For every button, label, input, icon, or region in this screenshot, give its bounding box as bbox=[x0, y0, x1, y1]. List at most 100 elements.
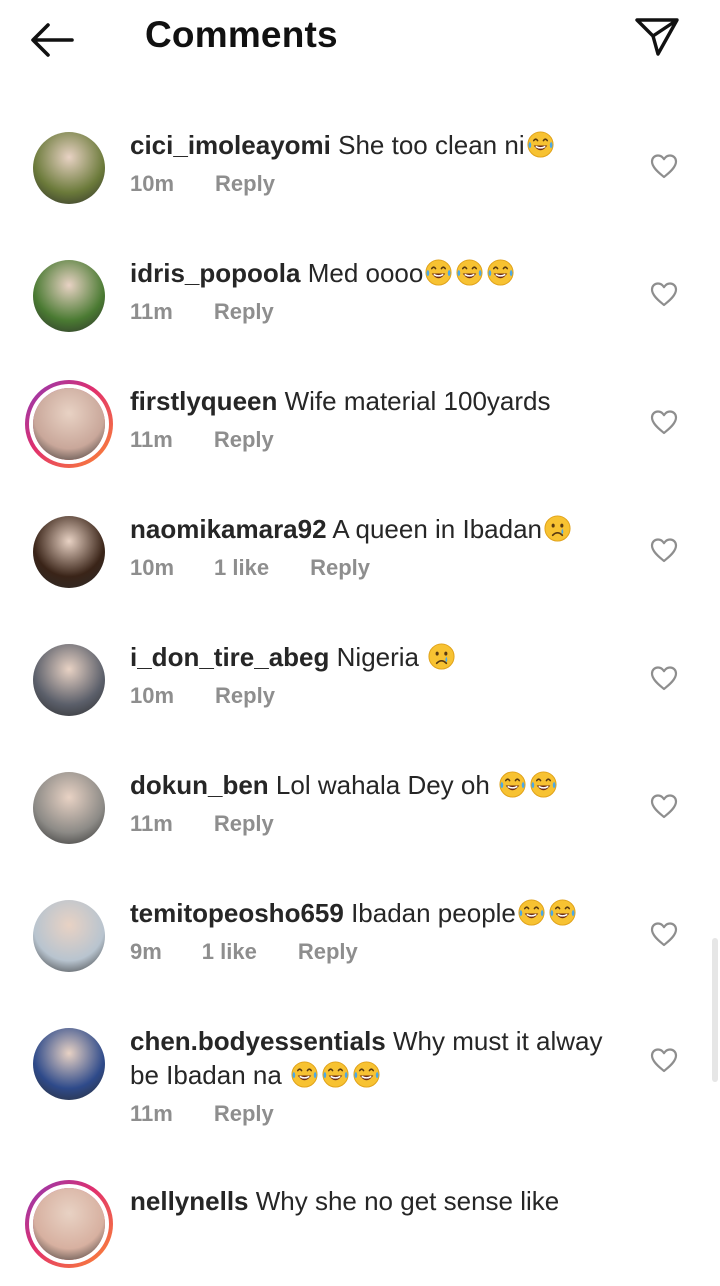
comment-row: temitopeosho659 Ibadan people 9m 1 like Rep… bbox=[0, 868, 720, 998]
reply-button[interactable]: Reply bbox=[310, 555, 370, 581]
comment-body: temitopeosho659 Ibadan people 9m 1 like Rep… bbox=[130, 896, 630, 965]
comment-timestamp: 11m bbox=[130, 427, 173, 452]
comment-username[interactable]: idris_popoola bbox=[130, 258, 300, 288]
heart-icon bbox=[650, 154, 678, 179]
comment-username[interactable]: i_don_tire_abeg bbox=[130, 642, 329, 672]
comment-timestamp: 10m bbox=[130, 171, 175, 196]
comment-timestamp: 10m bbox=[130, 683, 175, 708]
heart-icon bbox=[650, 922, 678, 947]
arrow-left-icon bbox=[31, 23, 74, 57]
avatar[interactable] bbox=[33, 260, 105, 332]
back-button[interactable] bbox=[28, 18, 84, 62]
laughing-crying-emoji-icon bbox=[456, 259, 483, 286]
crying-face-emoji-icon bbox=[544, 515, 571, 542]
avatar[interactable] bbox=[33, 132, 105, 204]
comment-meta: 10m Reply bbox=[130, 171, 630, 197]
comment-username[interactable]: chen.bodyessentials bbox=[130, 1026, 386, 1056]
comment-row: nellynells Why she no get sense like bbox=[0, 1156, 720, 1286]
reply-button[interactable]: Reply bbox=[214, 811, 274, 837]
laughing-crying-emoji-icon bbox=[291, 1061, 318, 1088]
reply-button[interactable]: Reply bbox=[214, 427, 274, 453]
comment-content: chen.bodyessentials Why must it alway be… bbox=[130, 1024, 630, 1092]
comment-like-count[interactable]: 1 like bbox=[202, 939, 257, 965]
comment-text: Why she no get sense like bbox=[255, 1186, 560, 1216]
comment-username[interactable]: naomikamara92 bbox=[130, 514, 327, 544]
top-bar: Comments bbox=[0, 0, 720, 80]
comment-body: idris_popoola Med oooo 11m Reply bbox=[130, 256, 630, 325]
laughing-crying-emoji-icon bbox=[499, 771, 526, 798]
comment-body: naomikamara92 A queen in Ibadan 10m 1 like… bbox=[130, 512, 630, 581]
heart-icon bbox=[650, 666, 678, 691]
comment-row: firstlyqueen Wife material 100yards 11m Re… bbox=[0, 356, 720, 486]
laughing-crying-emoji-icon bbox=[322, 1061, 349, 1088]
comment-text: Ibadan people bbox=[351, 898, 516, 928]
comment-body: firstlyqueen Wife material 100yards 11m Re… bbox=[130, 384, 630, 453]
comment-content: naomikamara92 A queen in Ibadan bbox=[130, 512, 630, 546]
comment-row: cici_imoleayomi She too clean ni 10m Reply bbox=[0, 100, 720, 230]
scrollbar[interactable] bbox=[712, 938, 718, 1082]
reply-button[interactable]: Reply bbox=[214, 299, 274, 325]
comment-timestamp: 10m bbox=[130, 555, 175, 580]
comment-username[interactable]: nellynells bbox=[130, 1186, 249, 1216]
comment-content: nellynells Why she no get sense like bbox=[130, 1184, 630, 1218]
heart-icon bbox=[650, 282, 678, 307]
comment-content: cici_imoleayomi She too clean ni bbox=[130, 128, 630, 162]
laughing-crying-emoji-icon bbox=[530, 771, 557, 798]
comment-meta: 11m Reply bbox=[130, 811, 630, 837]
comment-text: Wife material 100yards bbox=[284, 386, 551, 416]
like-button[interactable] bbox=[649, 408, 679, 438]
comment-username[interactable]: firstlyqueen bbox=[130, 386, 277, 416]
crying-face-emoji-icon bbox=[428, 643, 455, 670]
paper-plane-icon bbox=[635, 18, 679, 56]
reply-button[interactable]: Reply bbox=[298, 939, 358, 965]
comment-username[interactable]: temitopeosho659 bbox=[130, 898, 344, 928]
comment-row: idris_popoola Med oooo 11m Reply bbox=[0, 228, 720, 358]
comment-row: dokun_ben Lol wahala Dey oh 11m Reply bbox=[0, 740, 720, 870]
avatar[interactable] bbox=[33, 644, 105, 716]
comment-content: temitopeosho659 Ibadan people bbox=[130, 896, 630, 930]
laughing-crying-emoji-icon bbox=[487, 259, 514, 286]
avatar[interactable] bbox=[33, 516, 105, 588]
share-button[interactable] bbox=[630, 12, 684, 62]
comment-text: Med oooo bbox=[307, 258, 424, 288]
comment-row: i_don_tire_abeg Nigeria 10m Reply bbox=[0, 612, 720, 742]
comment-text: A queen in Ibadan bbox=[332, 514, 542, 544]
comment-like-count[interactable]: 1 like bbox=[214, 555, 269, 581]
heart-icon bbox=[650, 538, 678, 563]
avatar[interactable] bbox=[33, 900, 105, 972]
like-button[interactable] bbox=[649, 280, 679, 310]
like-button[interactable] bbox=[649, 664, 679, 694]
comment-body: cici_imoleayomi She too clean ni 10m Reply bbox=[130, 128, 630, 197]
comment-content: dokun_ben Lol wahala Dey oh bbox=[130, 768, 630, 802]
avatar[interactable] bbox=[33, 772, 105, 844]
avatar[interactable] bbox=[33, 1028, 105, 1100]
like-button[interactable] bbox=[649, 920, 679, 950]
comment-meta: 11m Reply bbox=[130, 427, 630, 453]
comment-username[interactable]: cici_imoleayomi bbox=[130, 130, 331, 160]
comment-meta: 10m 1 like Reply bbox=[130, 555, 630, 581]
avatar[interactable] bbox=[33, 1188, 105, 1260]
comment-row: naomikamara92 A queen in Ibadan 10m 1 like… bbox=[0, 484, 720, 614]
reply-button[interactable]: Reply bbox=[215, 171, 275, 197]
like-button[interactable] bbox=[649, 536, 679, 566]
comment-content: i_don_tire_abeg Nigeria bbox=[130, 640, 630, 674]
like-button[interactable] bbox=[649, 792, 679, 822]
heart-icon bbox=[650, 794, 678, 819]
comment-username[interactable]: dokun_ben bbox=[130, 770, 269, 800]
page-title: Comments bbox=[145, 14, 338, 55]
reply-button[interactable]: Reply bbox=[215, 683, 275, 709]
comment-content: idris_popoola Med oooo bbox=[130, 256, 630, 290]
avatar[interactable] bbox=[33, 388, 105, 460]
comment-timestamp: 11m bbox=[130, 299, 173, 324]
comment-body: chen.bodyessentials Why must it alway be… bbox=[130, 1024, 630, 1127]
laughing-crying-emoji-icon bbox=[425, 259, 452, 286]
laughing-crying-emoji-icon bbox=[549, 899, 576, 926]
comment-body: dokun_ben Lol wahala Dey oh 11m Reply bbox=[130, 768, 630, 837]
heart-icon bbox=[650, 1048, 678, 1073]
laughing-crying-emoji-icon bbox=[527, 131, 554, 158]
comment-text: Lol wahala Dey oh bbox=[275, 770, 498, 800]
comment-text: She too clean ni bbox=[338, 130, 525, 160]
like-button[interactable] bbox=[649, 1046, 679, 1076]
like-button[interactable] bbox=[649, 152, 679, 182]
reply-button[interactable]: Reply bbox=[214, 1101, 274, 1127]
